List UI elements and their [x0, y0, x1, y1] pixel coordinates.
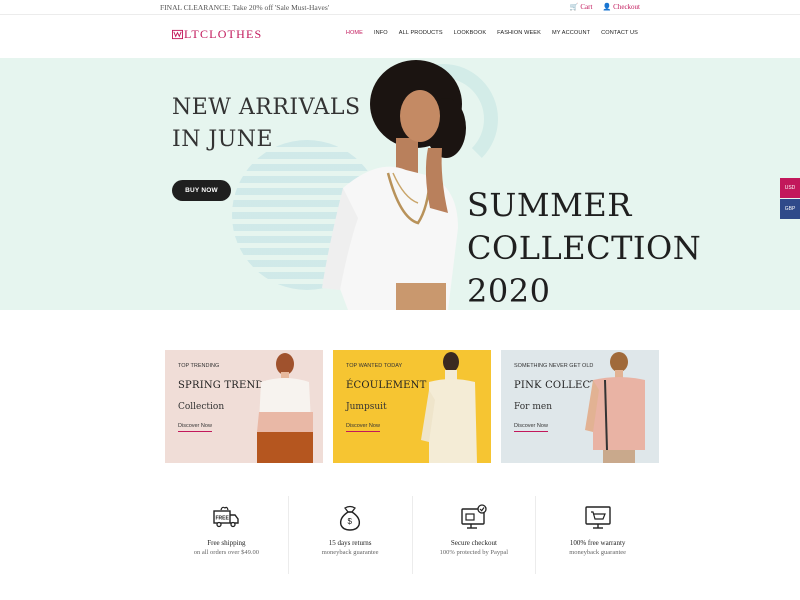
feature-secure-checkout: Secure checkout 100% protected by Paypal — [413, 496, 537, 574]
summer-collection-title: SUMMER COLLECTION 2020 — [467, 184, 701, 310]
card-model-image — [257, 353, 313, 463]
feature-subtitle: moneyback guarantee — [321, 549, 379, 556]
cart-label: Cart — [580, 3, 593, 11]
cart-warranty-icon — [584, 506, 611, 529]
features-row: FREE Free shipping on all orders over $4… — [165, 496, 659, 574]
nav-fashion-week[interactable]: FASHION WEEK — [497, 30, 541, 36]
card-model-image — [421, 352, 477, 463]
feature-title: Secure checkout — [450, 539, 497, 547]
money-bag-icon: $ — [340, 505, 361, 531]
feature-free-shipping: FREE Free shipping on all orders over $4… — [165, 496, 289, 574]
currency-gbp[interactable]: GBP — [780, 199, 800, 219]
discover-now-link[interactable]: Discover Now — [178, 423, 212, 432]
feature-warranty: 100% free warranty moneyback guarantee — [536, 496, 659, 574]
feature-title: 100% free warranty — [569, 539, 626, 547]
card-kicker: TOP WANTED TODAY — [346, 363, 403, 369]
nav-all-products[interactable]: ALL PRODUCTS — [399, 30, 443, 36]
free-badge-text: FREE — [216, 516, 230, 522]
feature-title: 15 days returns — [328, 539, 372, 547]
logo-mark-icon — [172, 29, 183, 40]
promo-card-pink-collection[interactable]: SOMETHING NEVER GET OLD PINK COLLECTION … — [501, 350, 659, 463]
hero-model-image — [322, 60, 466, 310]
nav-contact-us[interactable]: CONTACT US — [601, 30, 638, 36]
nav-lookbook[interactable]: LOOKBOOK — [454, 30, 487, 36]
hero-banner: NEW ARRIVALS IN JUNE BUY NOW SUMMER COLL… — [0, 58, 800, 310]
user-icon: 👤 — [602, 3, 612, 11]
svg-text:$: $ — [348, 517, 353, 526]
card-model-image — [585, 352, 645, 463]
discover-now-link[interactable]: Discover Now — [514, 423, 548, 432]
summer-collection-line1: SUMMER — [467, 186, 632, 224]
cart-link[interactable]: 🛒 Cart — [570, 3, 593, 11]
nav-my-account[interactable]: MY ACCOUNT — [552, 30, 590, 36]
secure-checkout-icon — [461, 504, 487, 529]
top-links: 🛒 Cart 👤 Checkout — [570, 3, 640, 11]
promo-card-ecoulement[interactable]: TOP WANTED TODAY ÉCOULEMENT Jumpsuit Dis… — [333, 350, 491, 463]
summer-collection-line2: COLLECTION — [467, 229, 702, 267]
card-subtitle: Collection — [178, 402, 225, 412]
promo-card-spring-trends[interactable]: TOP TRENDING SPRING TRENDS Collection Di… — [165, 350, 323, 463]
card-subtitle: For men — [514, 402, 552, 412]
main-nav: HOME INFO ALL PRODUCTS LOOKBOOK FASHION … — [346, 30, 638, 36]
logo-text: LTCLOTHES — [184, 27, 263, 41]
nav-home[interactable]: HOME — [346, 30, 363, 36]
nav-info[interactable]: INFO — [374, 30, 388, 36]
card-kicker: TOP TRENDING — [178, 363, 220, 369]
feature-subtitle: moneyback guarantee — [569, 549, 627, 556]
summer-collection-line3: 2020 — [467, 272, 551, 310]
clearance-promo-text: FINAL CLEARANCE: Take 20% off 'Sale Must… — [160, 3, 330, 12]
buy-now-button[interactable]: BUY NOW — [172, 180, 231, 201]
feature-subtitle: on all orders over $49.00 — [193, 549, 259, 556]
cart-icon: 🛒 — [569, 3, 579, 11]
discover-now-link[interactable]: Discover Now — [346, 423, 380, 432]
checkout-label: Checkout — [613, 3, 640, 11]
site-logo[interactable]: LTCLOTHES — [172, 27, 262, 42]
truck-icon: FREE — [213, 506, 240, 528]
currency-usd[interactable]: USD — [780, 178, 800, 198]
feature-subtitle: 100% protected by Paypal — [439, 549, 509, 556]
top-bar: FINAL CLEARANCE: Take 20% off 'Sale Must… — [0, 0, 800, 15]
card-subtitle: Jumpsuit — [346, 402, 387, 412]
feature-returns: $ 15 days returns moneyback guarantee — [289, 496, 413, 574]
checkout-link[interactable]: 👤 Checkout — [602, 3, 640, 11]
site-header: LTCLOTHES HOME INFO ALL PRODUCTS LOOKBOO… — [0, 16, 800, 58]
card-kicker: SOMETHING NEVER GET OLD — [514, 363, 594, 369]
feature-title: Free shipping — [207, 539, 246, 547]
